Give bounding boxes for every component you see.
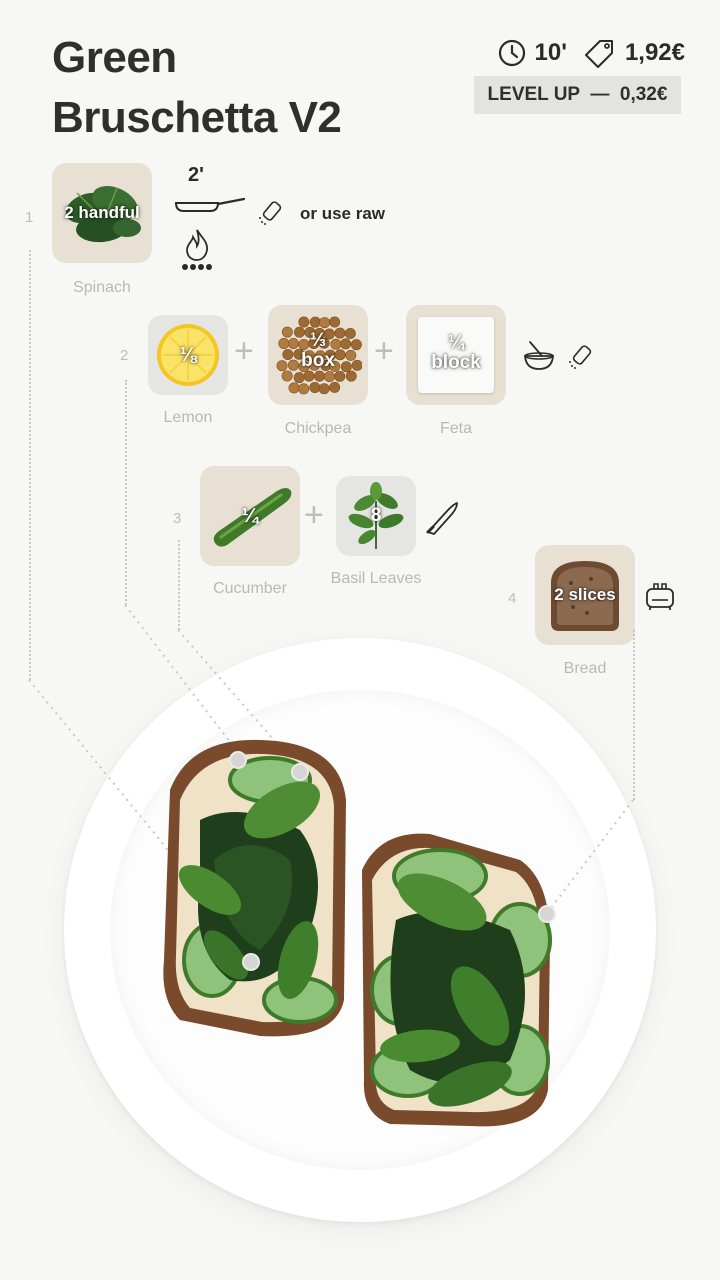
step-marker-3	[291, 763, 309, 781]
step-marker-4	[538, 905, 556, 923]
toast-left	[163, 739, 346, 1037]
bruschetta-illustration	[28, 604, 634, 1127]
toast-right	[362, 833, 552, 1127]
step-marker-1	[242, 953, 260, 971]
step-marker-2	[229, 751, 247, 769]
